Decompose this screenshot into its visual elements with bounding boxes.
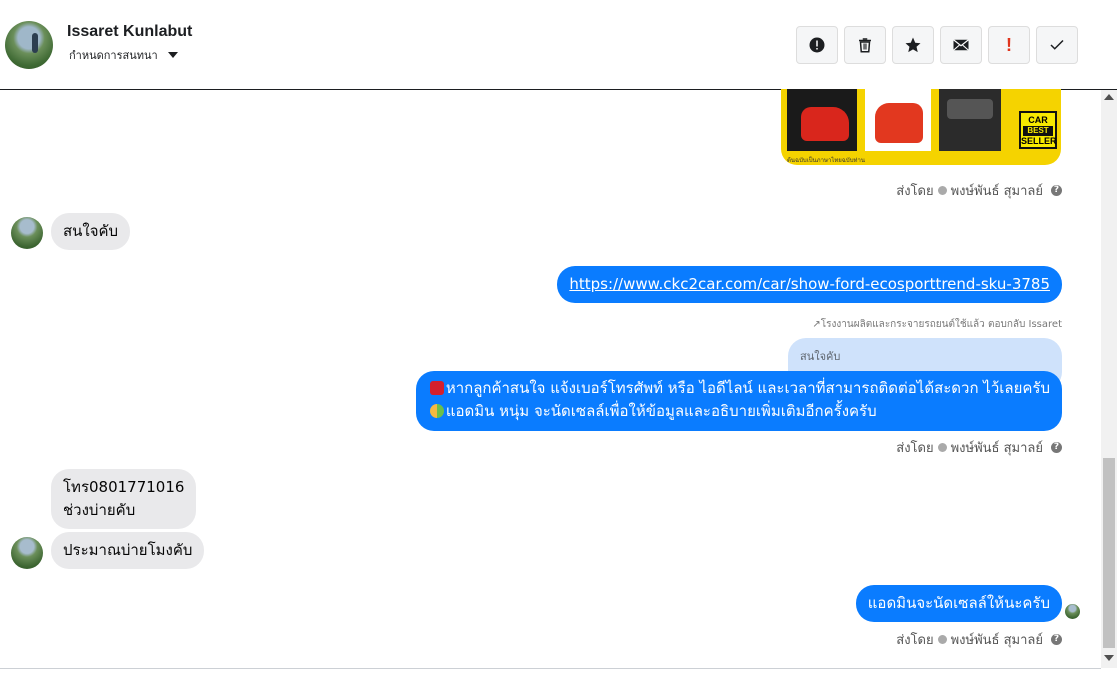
star-icon [905, 37, 921, 53]
mark-done-button[interactable] [1036, 26, 1078, 64]
help-icon[interactable]: ? [1051, 185, 1062, 196]
reply-note: ↗โรงงานผลิตและกระจายรถยนต์ใช้แล้ว ตอบกลั… [812, 319, 1062, 330]
delete-button[interactable] [844, 26, 886, 64]
message-line: โทร0801771016 [63, 478, 185, 496]
sender-name[interactable]: พงษ์พันธ์ สุมาลย์ [951, 437, 1043, 458]
quoted-text: สนใจคับ [800, 350, 841, 363]
conversation-schedule-label: กำหนดการสนทนา [69, 49, 158, 62]
avatar[interactable] [11, 217, 43, 249]
scrollbar-thumb[interactable] [1103, 458, 1115, 648]
car-interior-photo [939, 89, 1001, 151]
sent-by-info: ส่งโดย พงษ์พันธ์ สุมาลย์ ? [896, 629, 1062, 650]
checkmark-icon [1050, 39, 1064, 50]
read-receipt-avatar [1065, 604, 1080, 619]
star-button[interactable] [892, 26, 934, 64]
mail-icon [953, 39, 969, 51]
message-line: ช่วงบ่ายคับ [63, 501, 136, 519]
sent-by-info: ส่งโดย พงษ์พันธ์ สุมาลย์ ? [896, 180, 1062, 201]
telephone-emoji-icon [429, 381, 444, 395]
report-button[interactable] [796, 26, 838, 64]
verified-icon [937, 186, 947, 195]
conversation-header: Issaret Kunlabut กำหนดการสนทนา ! [0, 0, 1117, 90]
shared-image[interactable]: CAR BEST SELLER ต้นฉบับเป็นภาษาไทยฉบับท่าน [781, 89, 1061, 165]
sent-by-label: ส่งโดย [896, 441, 934, 456]
scroll-up-arrow-icon[interactable] [1104, 94, 1114, 100]
avatar[interactable] [11, 537, 43, 569]
caret-down-icon [167, 52, 178, 58]
conversation-schedule[interactable]: กำหนดการสนทนา [69, 46, 178, 64]
sender-name[interactable]: พงษ์พันธ์ สุมาลย์ [951, 180, 1043, 201]
image-caption: ต้นฉบับเป็นภาษาไทยฉบับท่าน [787, 157, 865, 164]
message-link[interactable]: https://www.ckc2car.com/car/show-ford-ec… [569, 275, 1050, 293]
verified-icon [937, 635, 947, 644]
car-photo [865, 89, 931, 151]
alert-circle-icon [809, 37, 825, 53]
message-composer[interactable] [0, 668, 1101, 684]
contact-name[interactable]: Issaret Kunlabut [67, 23, 192, 41]
message-bubble-outgoing[interactable]: หากลูกค้าสนใจ แจ้งเบอร์โทรศัพท์ หรือ ไอด… [415, 371, 1062, 431]
message-line: แอดมิน หนุ่ม จะนัดเซลล์เพื่อให้ข้อมูลและ… [445, 402, 877, 420]
help-icon[interactable]: ? [1051, 634, 1062, 645]
scroll-down-arrow-icon[interactable] [1104, 655, 1114, 661]
message-bubble-outgoing[interactable]: https://www.ckc2car.com/car/show-ford-ec… [557, 266, 1062, 303]
sent-by-label: ส่งโดย [896, 633, 934, 648]
trash-icon [859, 38, 871, 53]
best-seller-badge: CAR BEST SELLER [1019, 111, 1057, 149]
people-emoji-icon [429, 404, 444, 418]
message-line: หากลูกค้าสนใจ แจ้งเบอร์โทรศัพท์ หรือ ไอด… [445, 379, 1050, 397]
mail-button[interactable] [940, 26, 982, 64]
sent-by-label: ส่งโดย [896, 184, 934, 199]
verified-icon [937, 443, 947, 452]
message-bubble-incoming[interactable]: สนใจคับ [51, 213, 131, 250]
message-bubble-incoming[interactable]: ประมาณบ่ายโมงคับ [51, 532, 205, 569]
help-icon[interactable]: ? [1051, 442, 1062, 453]
exclamation-icon: ! [1006, 34, 1012, 55]
mark-important-button[interactable]: ! [988, 26, 1030, 64]
header-actions: ! [796, 26, 1078, 64]
avatar[interactable] [5, 21, 53, 69]
sent-by-info: ส่งโดย พงษ์พันธ์ สุมาลย์ ? [896, 437, 1062, 458]
sender-name[interactable]: พงษ์พันธ์ สุมาลย์ [951, 629, 1043, 650]
message-bubble-incoming[interactable]: โทร0801771016 ช่วงบ่ายคับ [51, 469, 197, 529]
message-bubble-outgoing[interactable]: แอดมินจะนัดเซลล์ให้นะครับ [855, 585, 1062, 622]
car-photo [787, 89, 857, 151]
